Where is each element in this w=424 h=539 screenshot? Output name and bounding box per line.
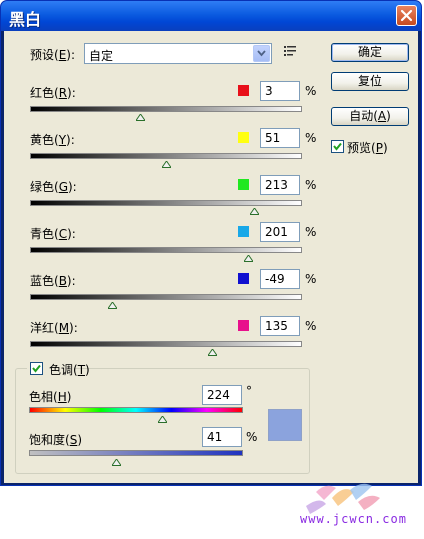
- magentas-color-swatch: [238, 320, 249, 331]
- greens-slider-thumb[interactable]: [250, 208, 260, 215]
- tint-label[interactable]: 色调(T): [49, 363, 90, 377]
- preset-select[interactable]: 自定: [84, 43, 272, 64]
- reds-slider-thumb[interactable]: [135, 114, 145, 121]
- hue-slider-thumb[interactable]: [157, 416, 167, 423]
- dialog-title: 黑白: [9, 10, 42, 29]
- yellows-slider-thumb[interactable]: [162, 161, 172, 168]
- blues-slider-thumb[interactable]: [107, 302, 117, 309]
- preview-label[interactable]: 预览(P): [347, 139, 388, 156]
- greens-color-swatch: [238, 179, 249, 190]
- blues-slider-track[interactable]: [30, 294, 302, 300]
- greens-value-input[interactable]: 213: [260, 175, 300, 195]
- preset-options-icon[interactable]: [284, 46, 296, 57]
- tint-legend: 色调(T): [27, 361, 90, 377]
- preview-checkbox[interactable]: [331, 140, 344, 153]
- tint-color-swatch[interactable]: [268, 409, 302, 441]
- reds-label: 红色(R):: [30, 86, 76, 100]
- hue-input[interactable]: 224: [202, 385, 242, 405]
- dialog-body: 预设(E): 自定 红色(R): 3% 黄色(Y): 51% 绿色(G): 213% 青色(…: [4, 31, 418, 483]
- magentas-percent-unit: %: [305, 319, 317, 333]
- close-icon: [400, 9, 413, 22]
- yellows-color-swatch: [238, 132, 249, 143]
- blues-percent-unit: %: [305, 272, 317, 286]
- yellows-percent-unit: %: [305, 131, 317, 145]
- checkmark-icon: [32, 364, 41, 373]
- preset-value: 自定: [89, 49, 114, 63]
- cyans-slider-track[interactable]: [30, 247, 302, 253]
- saturation-slider-track[interactable]: [29, 450, 243, 456]
- hue-slider-track[interactable]: [29, 407, 243, 413]
- blues-label: 蓝色(B):: [30, 274, 76, 288]
- saturation-input[interactable]: 41: [202, 427, 242, 447]
- watermark-text: www.jcwcn.com: [300, 512, 407, 526]
- preset-dropdown-button[interactable]: [253, 45, 270, 62]
- blues-value-input[interactable]: -49: [260, 269, 300, 289]
- yellows-label: 黄色(Y):: [30, 133, 75, 147]
- site-watermark-logo: [306, 483, 380, 514]
- cyans-value-input[interactable]: 201: [260, 222, 300, 242]
- reds-color-swatch: [238, 85, 249, 96]
- ok-button[interactable]: 确定: [331, 43, 409, 62]
- cyans-color-swatch: [238, 226, 249, 237]
- magentas-slider-track[interactable]: [30, 341, 302, 347]
- black-white-dialog: 黑白 预设(E): 自定 红色(R): 3% 黄色(Y): 51% 绿色(G): 213%…: [0, 0, 422, 486]
- reds-value-input[interactable]: 3: [260, 81, 300, 101]
- title-bar[interactable]: 黑白: [1, 1, 421, 31]
- magentas-value-input[interactable]: 135: [260, 316, 300, 336]
- saturation-unit: %: [246, 430, 258, 444]
- chevron-down-icon: [257, 50, 266, 57]
- saturation-slider-thumb[interactable]: [112, 459, 122, 466]
- cyans-slider-thumb[interactable]: [243, 255, 253, 262]
- saturation-label: 饱和度(S): [29, 433, 82, 447]
- reds-slider-track[interactable]: [30, 106, 302, 112]
- cyans-label: 青色(C):: [30, 227, 76, 241]
- magentas-slider-thumb[interactable]: [207, 349, 217, 356]
- greens-label: 绿色(G):: [30, 180, 77, 194]
- yellows-value-input[interactable]: 51: [260, 128, 300, 148]
- greens-percent-unit: %: [305, 178, 317, 192]
- preset-label: 预设(E):: [30, 48, 76, 62]
- yellows-slider-track[interactable]: [30, 153, 302, 159]
- blues-color-swatch: [238, 273, 249, 284]
- greens-slider-track[interactable]: [30, 200, 302, 206]
- checkmark-icon: [333, 142, 342, 151]
- hue-label: 色相(H): [29, 390, 72, 404]
- reds-percent-unit: %: [305, 84, 317, 98]
- reset-button[interactable]: 复位: [331, 72, 409, 91]
- cyans-percent-unit: %: [305, 225, 317, 239]
- close-button[interactable]: [396, 5, 417, 26]
- tint-checkbox[interactable]: [30, 362, 43, 375]
- hue-unit: °: [246, 384, 252, 398]
- magentas-label: 洋红(M):: [30, 321, 78, 335]
- auto-button[interactable]: 自动(A): [331, 107, 409, 126]
